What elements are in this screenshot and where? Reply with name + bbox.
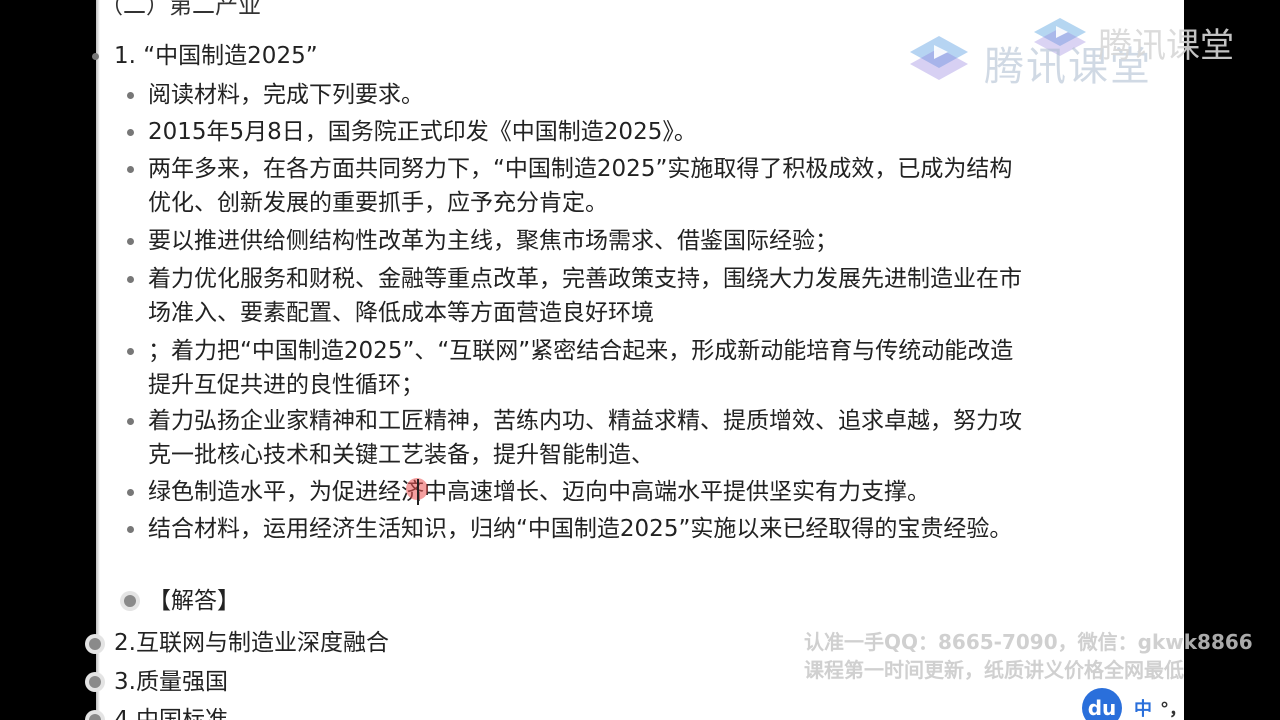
outline-item-4[interactable]: 4.中国标准 — [114, 703, 228, 720]
outline-subitem[interactable]: 着力优化服务和财税、金融等重点改革，完善政策支持，围绕大力发展先进制造业在市场准… — [148, 262, 1028, 330]
section-heading: （二）第二产业 — [100, 0, 261, 19]
bullet-icon — [127, 348, 134, 355]
outline-subitem[interactable]: 结合材料，运用经济生活知识，归纳“中国制造2025”实施以来已经取得的宝贵经验。 — [148, 512, 1028, 546]
collapsed-bullet-icon[interactable] — [89, 676, 101, 688]
ime-status-bar[interactable]: du 中 °， — [1082, 688, 1187, 720]
page-edge — [96, 0, 100, 720]
bullet-icon — [127, 276, 134, 283]
ime-punctuation-toggle[interactable]: °， — [1160, 695, 1187, 720]
bullet-icon — [127, 166, 134, 173]
bullet-icon — [127, 489, 134, 496]
bullet-icon — [92, 53, 99, 60]
outline-item-2[interactable]: 2.互联网与制造业深度融合 — [114, 626, 389, 660]
outline-subitem[interactable]: 绿色制造水平，为促进经济中高速增长、迈向中高端水平提供坚实有力支撑。 — [148, 475, 1028, 509]
bullet-icon — [127, 418, 134, 425]
promo-watermark-line2: 课程第一时间更新，纸质讲义价格全网最低 — [804, 658, 1184, 682]
bullet-icon — [127, 92, 134, 99]
outline-subitem[interactable]: ；着力把“中国制造2025”、“互联网”紧密结合起来，形成新动能培育与传统动能改… — [148, 334, 1028, 402]
outline-subitem[interactable]: 阅读材料，完成下列要求。 — [148, 78, 1028, 112]
brand-watermark-top: 腾讯课堂 — [1098, 26, 1234, 66]
collapsed-bullet-icon[interactable] — [124, 595, 136, 607]
outline-item-3[interactable]: 3.质量强国 — [114, 665, 228, 699]
collapsed-bullet-icon[interactable] — [89, 638, 101, 650]
promo-watermark-line1: 认准一手QQ：8665-7090，微信：gkwk8866 — [804, 630, 1253, 654]
outline-item-1[interactable]: 1. “中国制造2025” — [114, 39, 318, 73]
outline-subitem[interactable]: 2015年5月8日，国务院正式印发《中国制造2025》。 — [148, 115, 1028, 149]
ime-language-toggle[interactable]: 中 — [1134, 695, 1152, 720]
outline-subitem[interactable]: 两年多来，在各方面共同努力下，“中国制造2025”实施取得了积极成效，已成为结构… — [148, 152, 1028, 220]
collapsed-bullet-icon[interactable] — [89, 714, 101, 720]
outline-subitem[interactable]: 着力弘扬企业家精神和工匠精神，苦练内功、精益求精、提质增效、追求卓越，努力攻克一… — [148, 404, 1028, 472]
bullet-icon — [127, 526, 134, 533]
text-caret — [417, 479, 419, 505]
bullet-icon — [127, 129, 134, 136]
video-frame: （二）第二产业 1. “中国制造2025” 阅读材料，完成下列要求。 2015年… — [0, 0, 1280, 720]
outline-subitem-answer[interactable]: 【解答】 — [148, 584, 1028, 618]
ime-logo-icon[interactable]: du — [1082, 688, 1122, 720]
play-logo-icon — [910, 36, 968, 80]
bullet-icon — [127, 238, 134, 245]
outline-subitem[interactable]: 要以推进供给侧结构性改革为主线，聚焦市场需求、借鉴国际经验； — [148, 224, 1028, 258]
